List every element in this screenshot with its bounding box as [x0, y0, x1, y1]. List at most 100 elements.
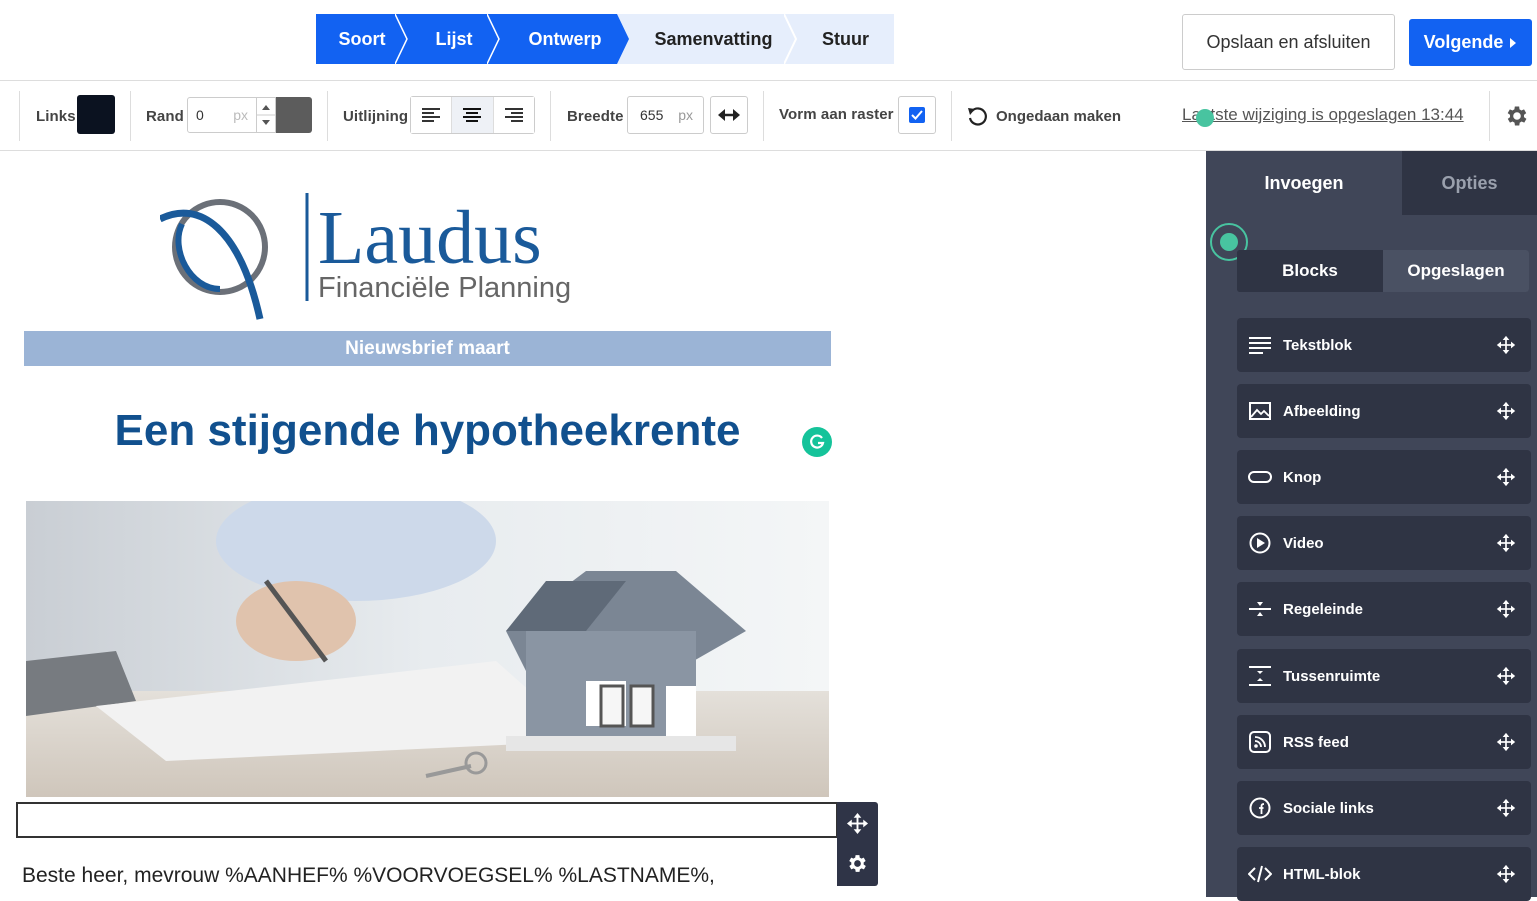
snap-to-grid-checkbox[interactable] — [898, 96, 936, 134]
button-icon — [1248, 471, 1272, 483]
tab-opties[interactable]: Opties — [1402, 151, 1537, 215]
arrows-horizontal-icon — [718, 109, 740, 121]
line-break-icon — [1249, 602, 1271, 616]
wizard-steps: Soort Lijst Ontwerp Samenvatting Stuur — [316, 14, 894, 64]
undo-icon — [968, 107, 987, 126]
caret-right-icon — [1510, 37, 1517, 48]
next-label: Volgende — [1423, 32, 1504, 52]
width-unit: px — [678, 107, 693, 123]
block-tekstblok[interactable]: Tekstblok — [1237, 318, 1531, 372]
block-label: HTML-blok — [1283, 865, 1361, 883]
grammarly-g-icon — [810, 434, 825, 449]
links-label: Links — [36, 108, 76, 125]
rss-icon — [1249, 731, 1271, 753]
block-afbeelding[interactable]: Afbeelding — [1237, 384, 1531, 438]
image-icon — [1249, 402, 1271, 420]
move-icon[interactable] — [846, 812, 869, 835]
step-label: Samenvatting — [654, 28, 773, 49]
block-label: Afbeelding — [1283, 402, 1361, 420]
step-samenvatting[interactable]: Samenvatting — [630, 14, 798, 64]
block-html-blok[interactable]: HTML-blok — [1237, 847, 1531, 901]
block-label: Knop — [1283, 468, 1322, 486]
drag-move-icon[interactable] — [1496, 599, 1516, 619]
top-bar: Soort Lijst Ontwerp Samenvatting Stuur O… — [0, 0, 1537, 81]
block-subtabs: Blocks Opgeslagen — [1237, 250, 1529, 292]
width-input[interactable]: 655 px — [627, 96, 704, 134]
last-saved-link[interactable]: Laatste wijziging is opgeslagen 13:44 — [1182, 105, 1464, 125]
step-lijst[interactable]: Lijst — [408, 14, 500, 64]
block-regeleinde[interactable]: Regeleinde — [1237, 582, 1531, 636]
step-soort[interactable]: Soort — [316, 14, 408, 64]
undo-button[interactable]: Ongedaan maken — [966, 105, 1121, 127]
links-color-swatch[interactable] — [77, 95, 115, 134]
text-lines-icon — [1249, 337, 1271, 354]
align-left-button[interactable] — [411, 97, 453, 133]
block-sociale-links[interactable]: Sociale links — [1237, 781, 1531, 835]
border-color-swatch[interactable] — [276, 97, 312, 133]
rand-label: Rand — [146, 108, 184, 125]
laudus-logo[interactable]: Laudus Financiële Planning — [158, 189, 600, 321]
logo-name: Laudus — [318, 196, 542, 280]
align-center-button[interactable] — [452, 97, 494, 133]
block-label: Tekstblok — [1283, 336, 1352, 354]
block-knop[interactable]: Knop — [1237, 450, 1531, 504]
design-toolbar: Links Rand 0 px Uitlijning Breedte 655 p… — [0, 81, 1537, 151]
block-rss-feed[interactable]: RSS feed — [1237, 715, 1531, 769]
step-separator-icon — [395, 14, 408, 64]
drag-move-icon[interactable] — [1496, 401, 1516, 421]
step-stuur[interactable]: Stuur — [797, 14, 894, 64]
block-video[interactable]: Video — [1237, 516, 1531, 570]
toolbar-divider — [951, 91, 952, 141]
drag-move-icon[interactable] — [1496, 335, 1516, 355]
save-and-close-button[interactable]: Opslaan en afsluiten — [1182, 14, 1395, 70]
block-tools — [837, 802, 878, 886]
align-center-icon — [463, 108, 482, 122]
spacer-icon — [1249, 666, 1271, 686]
block-settings-gear-icon[interactable] — [846, 852, 869, 875]
logo-subtitle: Financiële Planning — [318, 272, 571, 304]
greeting-text[interactable]: Beste heer, mevrouw %AANHEF% %VOORVOEGSE… — [22, 864, 715, 888]
subtab-blocks[interactable]: Blocks — [1237, 250, 1383, 292]
toolbar-divider — [550, 91, 551, 141]
step-label: Lijst — [435, 28, 473, 49]
drag-move-icon[interactable] — [1496, 864, 1516, 884]
drag-move-icon[interactable] — [1496, 732, 1516, 752]
full-width-button[interactable] — [710, 96, 748, 134]
email-headline[interactable]: Een stijgende hypotheekrente — [24, 406, 831, 456]
align-left-icon — [422, 108, 441, 122]
stepper-arrows-icon — [257, 105, 275, 125]
subtab-label: Blocks — [1282, 261, 1338, 280]
step-label: Ontwerp — [528, 28, 602, 49]
drag-move-icon[interactable] — [1496, 467, 1516, 487]
border-width-unit: px — [233, 107, 248, 123]
block-tussenruimte[interactable]: Tussenruimte — [1237, 649, 1531, 703]
step-ontwerp[interactable]: Ontwerp — [500, 14, 631, 64]
step-separator-icon — [487, 14, 500, 64]
newsletter-banner[interactable]: Nieuwsbrief maart — [24, 331, 831, 366]
grammarly-icon[interactable] — [802, 427, 832, 457]
facebook-icon — [1249, 797, 1271, 819]
block-label: Tussenruimte — [1283, 667, 1381, 685]
border-width-input[interactable]: 0 px — [187, 97, 257, 133]
toolbar-divider — [763, 91, 764, 141]
hero-image[interactable] — [26, 501, 829, 797]
settings-gear-icon[interactable] — [1504, 103, 1530, 129]
border-width-stepper[interactable] — [256, 97, 276, 133]
align-right-icon — [504, 108, 523, 122]
cursor-indicator — [1196, 109, 1214, 127]
next-button[interactable]: Volgende — [1409, 19, 1532, 66]
drag-move-icon[interactable] — [1496, 798, 1516, 818]
tab-invoegen[interactable]: Invoegen — [1206, 151, 1402, 215]
selected-empty-block[interactable] — [16, 802, 838, 838]
grid-label: Vorm aan raster — [779, 106, 894, 123]
subtab-opgeslagen[interactable]: Opgeslagen — [1383, 250, 1529, 292]
tab-label: Opties — [1441, 172, 1498, 193]
align-right-button[interactable] — [493, 97, 534, 133]
block-label: Regeleinde — [1283, 600, 1364, 618]
drag-move-icon[interactable] — [1496, 666, 1516, 686]
tab-label: Invoegen — [1264, 172, 1344, 193]
drag-move-icon[interactable] — [1496, 533, 1516, 553]
block-label: Sociale links — [1283, 799, 1374, 817]
alignment-group — [410, 96, 535, 134]
checkbox-checked — [909, 107, 925, 123]
